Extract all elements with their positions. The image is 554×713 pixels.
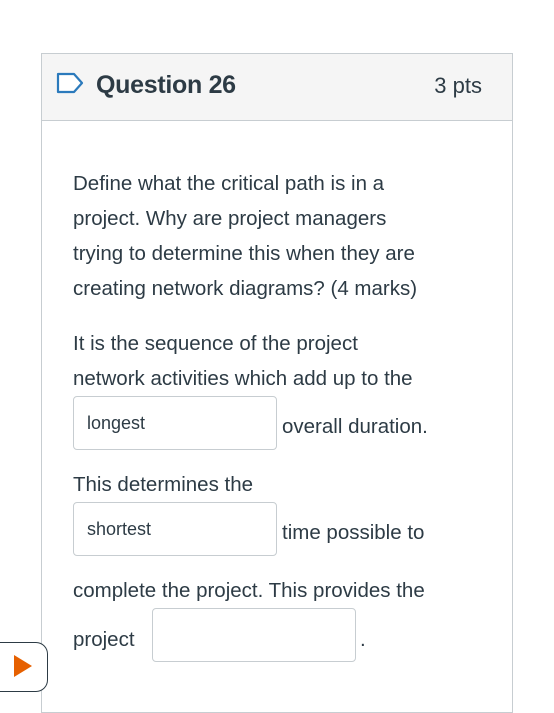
prompt-line: project. Why are project managers bbox=[73, 207, 387, 230]
blank-input-2[interactable]: shortest bbox=[73, 502, 277, 556]
answer-line: This determines the bbox=[73, 473, 254, 496]
answer-line: It is the sequence of the project bbox=[73, 332, 358, 355]
question-nav-tab[interactable] bbox=[0, 642, 48, 692]
question-points: 3 pts bbox=[434, 73, 482, 98]
blank-3-prefix: project bbox=[73, 628, 135, 651]
prompt-line: Define what the critical path is in a bbox=[73, 172, 385, 195]
answer-line: complete the project. This provides the bbox=[73, 579, 425, 602]
blank-3-suffix: . bbox=[360, 628, 366, 651]
bookmark-flag-icon[interactable] bbox=[56, 72, 84, 94]
prompt-line: trying to determine this when they are bbox=[73, 242, 415, 265]
blank-2-suffix: time possible to bbox=[282, 521, 425, 544]
answer-line: network activities which add up to the bbox=[73, 367, 413, 390]
blank-input-3[interactable] bbox=[152, 608, 356, 662]
blank-input-1[interactable]: longest bbox=[73, 396, 277, 450]
question-header: Question 26 3 pts bbox=[42, 54, 512, 121]
blank-1-suffix: overall duration. bbox=[282, 415, 428, 438]
question-title: Question 26 bbox=[96, 71, 236, 99]
prompt-line: creating network diagrams? (4 marks) bbox=[73, 277, 418, 300]
play-arrow-icon bbox=[14, 655, 32, 677]
question-card: Question 26 3 pts Define what the critic… bbox=[41, 53, 513, 713]
